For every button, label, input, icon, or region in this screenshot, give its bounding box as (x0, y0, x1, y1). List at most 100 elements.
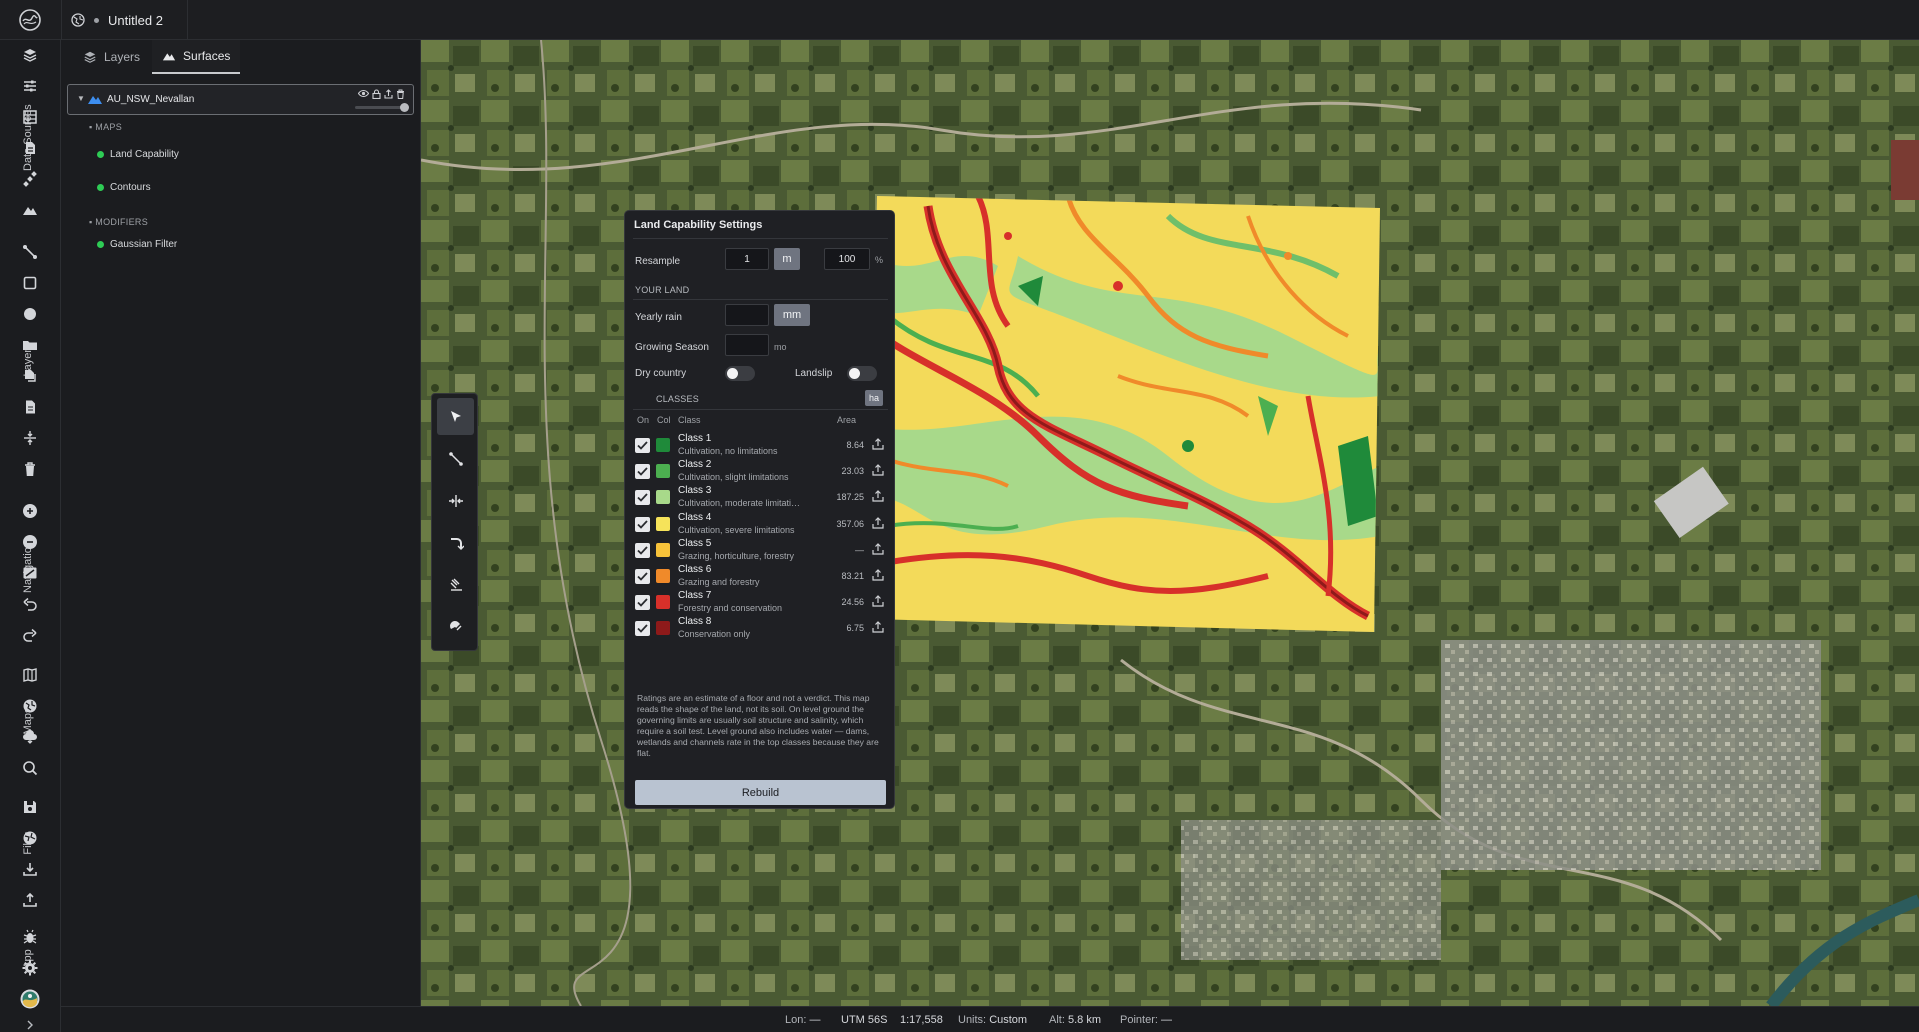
export-class-icon[interactable] (870, 515, 886, 531)
line-segment-icon (448, 451, 464, 467)
measure-line-tool-button[interactable] (437, 440, 474, 477)
class-enabled-checkbox[interactable] (635, 516, 650, 532)
dry-country-toggle[interactable] (725, 366, 755, 381)
sliders-icon[interactable] (19, 75, 41, 97)
export-class-icon[interactable] (870, 436, 886, 452)
growing-season-input[interactable] (725, 334, 769, 356)
document-icon[interactable] (19, 137, 41, 159)
class-enabled-checkbox[interactable] (635, 490, 650, 506)
export-class-icon[interactable] (870, 541, 886, 557)
tool-palette (431, 393, 478, 651)
class-enabled-checkbox[interactable] (635, 621, 650, 637)
export-class-icon[interactable] (870, 619, 886, 635)
class-color-swatch[interactable] (656, 516, 670, 531)
class-area: 23.03 (841, 466, 864, 477)
web-globe-icon[interactable] (19, 827, 41, 849)
yearly-rain-input[interactable] (725, 304, 769, 326)
class-name: Class 8 (678, 616, 712, 628)
class-area: — (855, 544, 864, 555)
lock-icon[interactable] (372, 89, 381, 99)
landslip-toggle[interactable] (847, 366, 877, 381)
visibility-eye-icon[interactable] (358, 89, 369, 99)
copy-icon[interactable] (19, 365, 41, 387)
magnet-tool-button[interactable] (437, 608, 474, 645)
class-enabled-checkbox[interactable] (635, 569, 650, 584)
units-readout[interactable]: Units: Custom (958, 1014, 1027, 1026)
class-enabled-checkbox[interactable] (635, 595, 650, 611)
user-avatar[interactable] (19, 988, 41, 1010)
map-scale[interactable]: 1:17,558 (900, 1014, 943, 1026)
folder-icon[interactable] (19, 334, 41, 356)
resample-input[interactable]: 1 (725, 248, 769, 270)
undo-icon[interactable] (19, 593, 41, 615)
class-color-swatch[interactable] (656, 621, 670, 636)
collapse-caret-icon[interactable]: ▼ (77, 94, 85, 103)
panel-tabs: Layers Surfaces (73, 40, 241, 76)
export-class-icon[interactable] (870, 462, 886, 478)
tab-surfaces[interactable]: Surfaces (152, 40, 241, 74)
table-icon[interactable] (19, 106, 41, 128)
zoom-in-icon[interactable] (19, 500, 41, 522)
area-unit-button[interactable]: ha (865, 390, 883, 406)
trash-icon[interactable] (19, 458, 41, 480)
draw-tool-button[interactable] (437, 566, 474, 603)
split-vertical-icon[interactable] (19, 427, 41, 449)
class-enabled-checkbox[interactable] (635, 438, 650, 453)
opacity-slider-knob[interactable] (400, 103, 409, 112)
layers-stack-icon[interactable] (19, 44, 41, 66)
select-tool-button[interactable] (437, 398, 474, 435)
document-tab[interactable]: Untitled 2 (61, 0, 188, 40)
resample-unit-button[interactable]: m (774, 248, 800, 270)
layer-row-au-nsw-nevallan[interactable]: ▼ AU_NSW_Nevallan (67, 84, 414, 115)
zoom-out-icon[interactable] (19, 531, 41, 553)
class-color-swatch[interactable] (656, 595, 670, 610)
map-item-land-capability[interactable]: Land Capability (97, 149, 179, 160)
column-on: On (637, 415, 650, 425)
class-enabled-checkbox[interactable] (635, 464, 650, 480)
expand-chevron-icon[interactable] (19, 1018, 41, 1032)
rectangle-tool-icon[interactable] (19, 272, 41, 294)
gear-icon[interactable] (19, 957, 41, 979)
rebuild-button[interactable]: Rebuild (635, 780, 886, 805)
layers-stack-icon (83, 50, 97, 64)
book-map-icon[interactable] (19, 664, 41, 686)
satellite-icon[interactable] (19, 168, 41, 190)
app-logo-icon[interactable] (13, 8, 47, 32)
resample-percent-input[interactable]: 100 (824, 248, 870, 270)
mountain-icon[interactable] (19, 199, 41, 221)
title-bar: Untitled 2 (0, 0, 1919, 40)
export-class-icon[interactable] (870, 567, 886, 583)
modifier-item-gaussian-filter[interactable]: Gaussian Filter (97, 239, 177, 250)
profile-tool-button[interactable] (437, 524, 474, 561)
delete-icon[interactable] (396, 89, 405, 99)
tab-layers[interactable]: Layers (73, 40, 150, 74)
class-color-swatch[interactable] (656, 569, 670, 583)
class-enabled-checkbox[interactable] (635, 542, 650, 558)
redo-icon[interactable] (19, 624, 41, 646)
yearly-rain-unit-button[interactable]: mm (774, 304, 810, 326)
split-tool-button[interactable] (437, 482, 474, 519)
class-color-swatch[interactable] (656, 542, 670, 557)
class-color-swatch[interactable] (656, 464, 670, 479)
map-item-contours[interactable]: Contours (97, 182, 151, 193)
circle-tool-icon[interactable] (19, 303, 41, 325)
class-color-swatch[interactable] (656, 438, 670, 452)
export-class-icon[interactable] (870, 593, 886, 609)
export-icon[interactable] (384, 89, 393, 99)
growing-season-unit: mo (774, 342, 787, 352)
land-capability-settings-dialog: Land Capability Settings Resample 1 m 10… (624, 210, 895, 809)
bug-icon[interactable] (19, 926, 41, 948)
export-class-icon[interactable] (870, 488, 886, 504)
download-icon[interactable] (19, 858, 41, 880)
class-area: 8.64 (846, 440, 864, 450)
opacity-slider[interactable] (355, 103, 409, 112)
save-icon[interactable] (19, 796, 41, 818)
cloud-download-icon[interactable] (19, 726, 41, 748)
search-icon[interactable] (19, 757, 41, 779)
file-icon[interactable] (19, 396, 41, 418)
line-tool-icon[interactable] (19, 241, 41, 263)
class-color-swatch[interactable] (656, 490, 670, 505)
upload-icon[interactable] (19, 889, 41, 911)
fit-extent-icon[interactable] (19, 562, 41, 584)
globe-grid-icon[interactable] (19, 695, 41, 717)
